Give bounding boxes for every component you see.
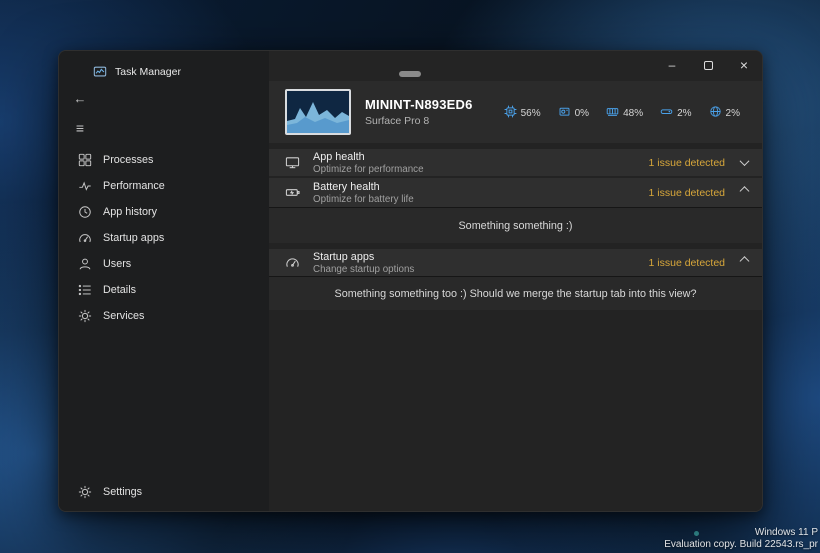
section-content-text: Something something too :) Should we mer… <box>335 288 697 300</box>
services-gear-icon <box>78 309 92 323</box>
cpu-icon <box>504 105 517 119</box>
app-title-row: Task Manager <box>93 65 269 79</box>
details-list-icon <box>78 283 92 297</box>
memory-stat: 48% <box>606 105 643 119</box>
gpu-icon <box>558 105 571 119</box>
device-header: MININT-N893ED6 Surface Pro 8 56% <box>269 81 762 143</box>
disk-icon <box>660 105 673 119</box>
drag-handle <box>399 71 421 77</box>
sidebar-nav: Processes Performance App history <box>59 147 269 329</box>
watermark-line-2: Evaluation copy. Build 22543.rs_pr <box>664 539 818 551</box>
chevron-up-icon[interactable] <box>740 256 750 266</box>
section-battery-health[interactable]: Battery health Optimize for battery life… <box>269 178 762 207</box>
startup-gauge-icon <box>78 231 92 245</box>
device-info: MININT-N893ED6 Surface Pro 8 <box>365 97 473 127</box>
network-value: 2% <box>726 108 740 119</box>
navigation-menu-button[interactable]: ≡ <box>67 118 93 138</box>
gpu-stat: 0% <box>558 105 589 119</box>
maximize-button[interactable] <box>690 51 726 79</box>
section-app-health[interactable]: App health Optimize for performance 1 is… <box>269 149 762 176</box>
battery-icon <box>285 185 300 200</box>
chevron-down-icon[interactable] <box>740 156 750 166</box>
titlebar: – × <box>269 51 762 81</box>
startup-gauge-icon <box>285 255 300 270</box>
task-manager-app-icon <box>93 65 107 79</box>
disk-stat: 2% <box>660 105 691 119</box>
issue-badge: 1 issue detected <box>649 257 725 269</box>
section-battery-content: Something something :) <box>269 207 762 243</box>
back-button[interactable]: ← <box>67 88 93 108</box>
section-subtitle: Change startup options <box>313 264 414 275</box>
cpu-value: 56% <box>521 108 541 119</box>
section-title: Battery health <box>313 181 414 193</box>
sidebar-item-details[interactable]: Details <box>63 277 265 303</box>
section-subtitle: Optimize for battery life <box>313 194 414 205</box>
sidebar-item-services[interactable]: Services <box>63 303 265 329</box>
section-title: Startup apps <box>313 251 414 263</box>
processes-icon <box>78 153 92 167</box>
sidebar-item-settings[interactable]: Settings <box>63 479 265 505</box>
task-manager-window: Task Manager ← ≡ Processes <box>58 50 763 512</box>
chevron-up-icon[interactable] <box>740 186 750 196</box>
evaluation-watermark: Windows 11 P Evaluation copy. Build 2254… <box>664 527 818 551</box>
settings-gear-icon <box>78 485 92 499</box>
sidebar-item-label: Startup apps <box>103 232 164 244</box>
sidebar-item-startup-apps[interactable]: Startup apps <box>63 225 265 251</box>
history-clock-icon <box>78 205 92 219</box>
memory-icon <box>606 105 619 119</box>
disk-value: 2% <box>677 108 691 119</box>
caption-buttons: – × <box>654 51 762 79</box>
minimize-button[interactable]: – <box>654 51 690 79</box>
device-name: MININT-N893ED6 <box>365 97 473 112</box>
sidebar-item-label: Settings <box>103 486 142 498</box>
performance-thumbnail <box>285 89 351 135</box>
section-content-text: Something something :) <box>458 220 572 232</box>
sidebar-item-label: Users <box>103 258 131 270</box>
sidebar-item-users[interactable]: Users <box>63 251 265 277</box>
section-startup-content: Something something too :) Should we mer… <box>269 276 762 310</box>
maximize-icon <box>704 61 713 70</box>
network-globe-icon <box>709 105 722 119</box>
cpu-stat: 56% <box>504 105 541 119</box>
close-button[interactable]: × <box>726 51 762 79</box>
memory-value: 48% <box>623 108 643 119</box>
sidebar-item-label: Services <box>103 310 144 322</box>
sidebar: Task Manager ← ≡ Processes <box>59 51 269 511</box>
section-startup-apps[interactable]: Startup apps Change startup options 1 is… <box>269 249 762 276</box>
section-subtitle: Optimize for performance <box>313 164 424 175</box>
sidebar-item-label: Details <box>103 284 136 296</box>
health-sections: App health Optimize for performance 1 is… <box>269 149 762 310</box>
resource-stats: 56% 0% <box>504 105 744 119</box>
issue-badge: 1 issue detected <box>649 157 725 169</box>
users-icon <box>78 257 92 271</box>
app-title: Task Manager <box>115 66 181 78</box>
watermark-line-1: Windows 11 P <box>664 527 818 539</box>
minimize-icon: – <box>669 58 676 72</box>
issue-badge: 1 issue detected <box>649 187 725 199</box>
sidebar-item-label: Performance <box>103 180 165 192</box>
network-stat: 2% <box>709 105 740 119</box>
sidebar-item-label: Processes <box>103 154 153 166</box>
device-model: Surface Pro 8 <box>365 115 473 127</box>
close-icon: × <box>740 57 748 73</box>
hamburger-icon: ≡ <box>76 120 84 136</box>
sidebar-item-processes[interactable]: Processes <box>63 147 265 173</box>
gpu-value: 0% <box>575 108 589 119</box>
sidebar-item-app-history[interactable]: App history <box>63 199 265 225</box>
monitor-icon <box>285 155 300 170</box>
sidebar-item-label: App history <box>103 206 157 218</box>
main-content: – × MININT-N893ED6 Surface P <box>269 51 762 511</box>
sidebar-item-performance[interactable]: Performance <box>63 173 265 199</box>
performance-icon <box>78 179 92 193</box>
back-arrow-icon: ← <box>74 91 87 106</box>
section-title: App health <box>313 151 424 163</box>
